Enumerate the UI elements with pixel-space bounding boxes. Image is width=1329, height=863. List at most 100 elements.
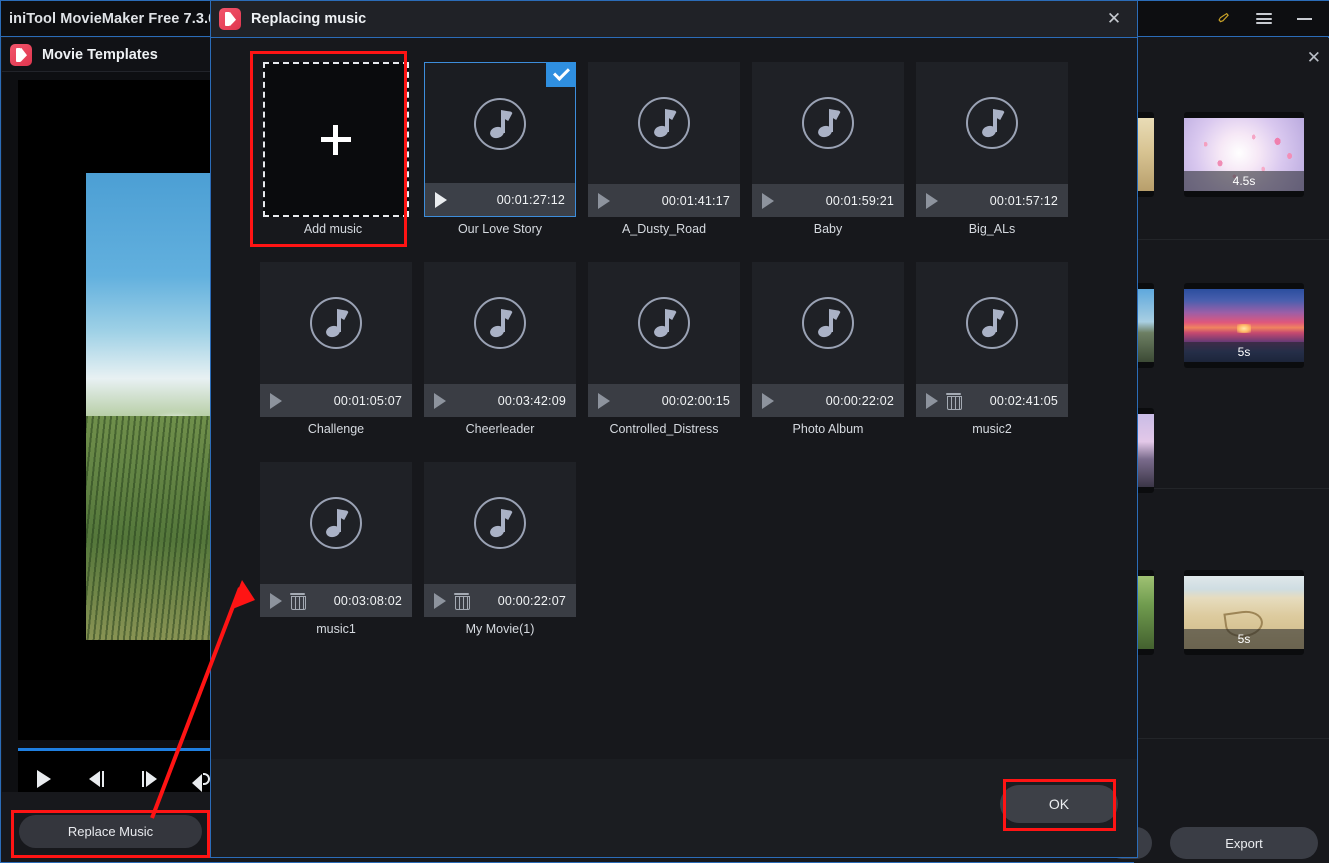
titlebar-controls: ⚰ bbox=[1204, 2, 1329, 36]
preview-panel bbox=[2, 72, 212, 792]
music-note-icon bbox=[260, 262, 412, 384]
music-name: music2 bbox=[972, 422, 1012, 436]
play-icon[interactable] bbox=[762, 392, 774, 409]
music-note-icon bbox=[424, 262, 576, 384]
play-icon[interactable] bbox=[926, 392, 938, 409]
music-card[interactable]: 00:01:41:17 bbox=[588, 62, 740, 217]
music-card-controls: 00:01:05:07 bbox=[260, 384, 412, 417]
music-note-icon bbox=[588, 262, 740, 384]
play-button[interactable] bbox=[18, 770, 71, 788]
music-cell: 00:03:08:02 music1 bbox=[251, 456, 415, 656]
music-card-controls: 00:01:27:12 bbox=[425, 183, 575, 216]
music-name: Our Love Story bbox=[457, 222, 543, 236]
storyboard-close-icon[interactable]: ✕ bbox=[1307, 48, 1321, 68]
storyboard-clip[interactable]: 5s bbox=[1184, 570, 1304, 655]
music-name: My Movie(1) bbox=[465, 622, 535, 636]
volume-button[interactable] bbox=[176, 770, 213, 792]
clip-duration: 4.5s bbox=[1184, 171, 1304, 191]
music-cell: 00:02:00:15 Controlled_Distress bbox=[579, 256, 743, 456]
music-name: Cheerleader bbox=[465, 422, 535, 436]
dialog-logo-icon bbox=[219, 8, 241, 30]
selected-check-icon bbox=[546, 62, 576, 87]
music-card[interactable]: 00:02:41:05 bbox=[916, 262, 1068, 417]
music-duration: 00:02:00:15 bbox=[661, 393, 730, 408]
play-icon[interactable] bbox=[598, 192, 610, 209]
music-cell: 00:01:05:07 Challenge bbox=[251, 256, 415, 456]
play-icon[interactable] bbox=[926, 192, 938, 209]
play-icon[interactable] bbox=[270, 592, 282, 609]
preview-stage bbox=[18, 80, 212, 740]
music-note-icon bbox=[916, 62, 1068, 184]
music-duration: 00:01:27:12 bbox=[496, 192, 565, 207]
music-cell: 00:01:59:21 Baby bbox=[743, 56, 907, 256]
music-name: Big_ALs bbox=[968, 222, 1016, 236]
play-icon[interactable] bbox=[435, 191, 447, 208]
music-cell: 00:01:41:17 A_Dusty_Road bbox=[579, 56, 743, 256]
clip-duration: 5s bbox=[1184, 342, 1304, 362]
music-card-controls: 00:03:42:09 bbox=[424, 384, 576, 417]
music-card[interactable]: 00:00:22:02 bbox=[752, 262, 904, 417]
storyboard-clip[interactable]: 4.5s bbox=[1184, 112, 1304, 197]
minimize-icon[interactable] bbox=[1284, 2, 1324, 36]
music-card-controls: 00:00:22:02 bbox=[752, 384, 904, 417]
music-card[interactable]: 00:01:05:07 bbox=[260, 262, 412, 417]
music-cell: 00:03:42:09 Cheerleader bbox=[415, 256, 579, 456]
music-card[interactable]: 00:03:08:02 bbox=[260, 462, 412, 617]
music-cell: 00:00:22:02 Photo Album bbox=[743, 256, 907, 456]
music-name: A_Dusty_Road bbox=[621, 222, 707, 236]
movie-templates-header: Movie Templates bbox=[2, 38, 212, 72]
delete-icon[interactable] bbox=[290, 593, 306, 610]
music-name: Controlled_Distress bbox=[609, 422, 719, 436]
storyboard-clip[interactable]: 5s bbox=[1184, 283, 1304, 368]
dialog-close-icon[interactable]: ✕ bbox=[1091, 1, 1137, 37]
music-name: Challenge bbox=[307, 422, 365, 436]
play-icon[interactable] bbox=[598, 392, 610, 409]
music-cell: 00:00:22:07 My Movie(1) bbox=[415, 456, 579, 656]
previous-frame-button[interactable] bbox=[71, 771, 124, 787]
music-name: Baby bbox=[813, 222, 843, 236]
music-card[interactable]: 00:00:22:07 bbox=[424, 462, 576, 617]
music-card[interactable]: 00:02:00:15 bbox=[588, 262, 740, 417]
play-icon[interactable] bbox=[762, 192, 774, 209]
music-card-controls: 00:02:00:15 bbox=[588, 384, 740, 417]
music-duration: 00:01:59:21 bbox=[825, 193, 894, 208]
play-icon[interactable] bbox=[434, 392, 446, 409]
key-icon[interactable]: ⚰ bbox=[1204, 2, 1244, 36]
play-icon[interactable] bbox=[270, 392, 282, 409]
music-duration: 00:02:41:05 bbox=[989, 393, 1058, 408]
music-card[interactable]: 00:01:27:12 bbox=[424, 62, 576, 217]
hamburger-menu-icon[interactable] bbox=[1244, 2, 1284, 36]
music-card-controls: 00:01:59:21 bbox=[752, 184, 904, 217]
next-frame-button[interactable] bbox=[123, 771, 176, 787]
music-duration: 00:00:22:07 bbox=[497, 593, 566, 608]
delete-icon[interactable] bbox=[454, 593, 470, 610]
music-duration: 00:01:57:12 bbox=[989, 193, 1058, 208]
delete-icon[interactable] bbox=[946, 393, 962, 410]
music-duration: 00:00:22:02 bbox=[825, 393, 894, 408]
music-card-controls: 00:00:22:07 bbox=[424, 584, 576, 617]
movie-templates-label: Movie Templates bbox=[42, 46, 158, 63]
music-card[interactable]: 00:03:42:09 bbox=[424, 262, 576, 417]
storyboard-panel: ✕ 4.5s 5s 5s bbox=[1134, 38, 1329, 863]
music-duration: 00:01:05:07 bbox=[333, 393, 402, 408]
music-note-icon bbox=[424, 462, 576, 584]
music-card-controls: 00:03:08:02 bbox=[260, 584, 412, 617]
music-cell: 00:01:27:12 Our Love Story bbox=[415, 56, 579, 256]
music-name: music1 bbox=[316, 622, 356, 636]
music-cell: 00:01:57:12 Big_ALs bbox=[907, 56, 1071, 256]
annotation-highlight-add-music bbox=[250, 51, 407, 247]
music-duration: 00:03:42:09 bbox=[497, 393, 566, 408]
app-logo-icon bbox=[10, 43, 32, 66]
music-card[interactable]: 00:01:59:21 bbox=[752, 62, 904, 217]
music-note-icon bbox=[916, 262, 1068, 384]
music-card-controls: 00:02:41:05 bbox=[916, 384, 1068, 417]
music-note-icon bbox=[752, 62, 904, 184]
music-note-icon bbox=[752, 262, 904, 384]
app-title: iniTool MovieMaker Free 7.3.0 bbox=[9, 10, 217, 27]
player-controls bbox=[18, 751, 212, 792]
play-icon[interactable] bbox=[434, 592, 446, 609]
export-button[interactable]: Export bbox=[1170, 827, 1318, 859]
music-card-controls: 00:01:57:12 bbox=[916, 184, 1068, 217]
music-card[interactable]: 00:01:57:12 bbox=[916, 62, 1068, 217]
music-duration: 00:01:41:17 bbox=[661, 193, 730, 208]
